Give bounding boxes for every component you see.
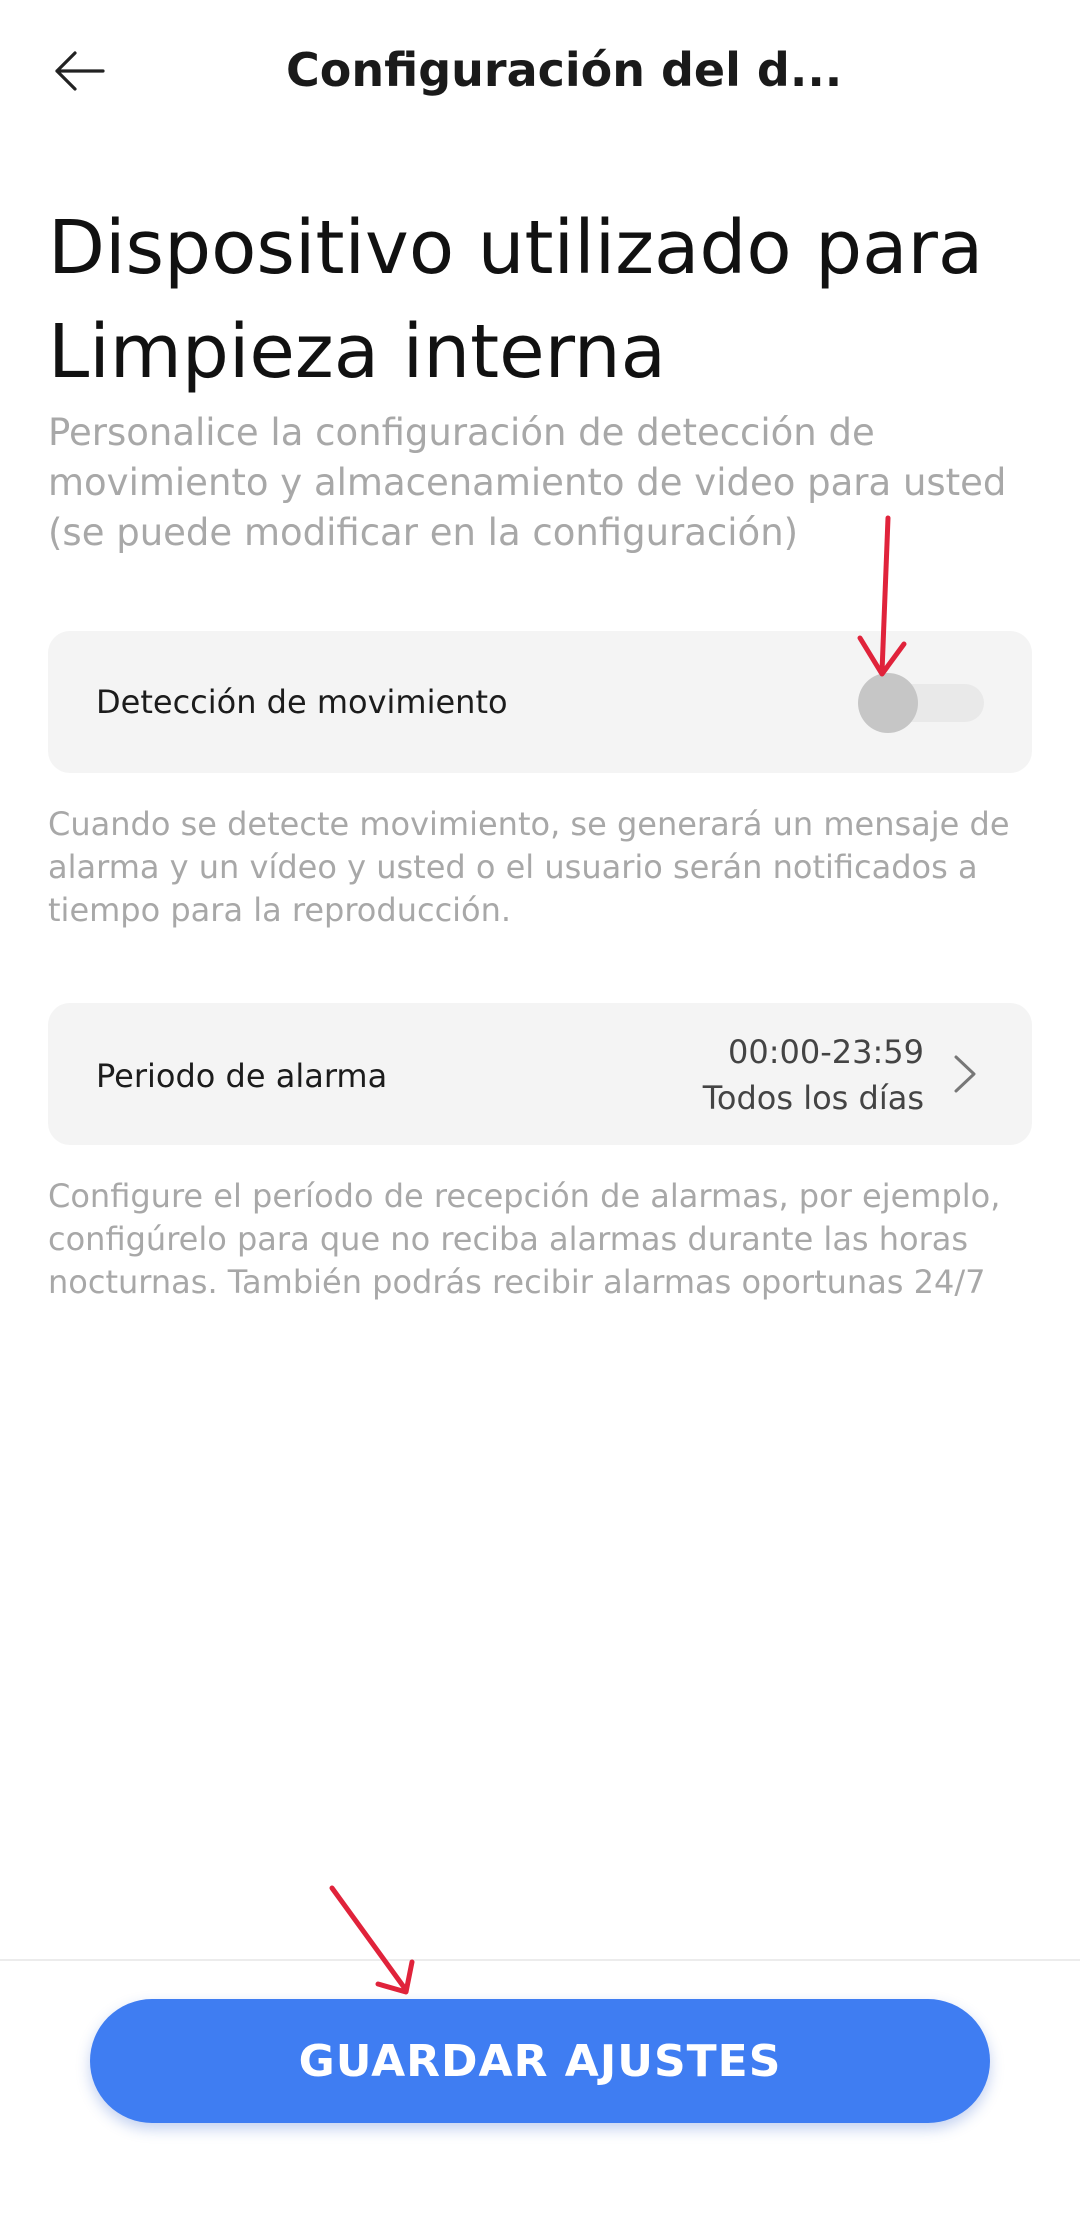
- arrow-left-icon: [55, 51, 105, 91]
- motion-detection-toggle[interactable]: [854, 673, 1000, 733]
- settings-description: Personalice la configuración de detecció…: [48, 411, 1007, 554]
- device-usage-heading: Dispositivo utilizado para Limpieza inte…: [48, 205, 984, 395]
- annotation-arrow-save: [329, 1885, 415, 1995]
- save-settings-button[interactable]: GUARDAR AJUSTES: [90, 1999, 990, 2123]
- motion-detection-help: Cuando se detecte movimiento, se generar…: [48, 805, 1010, 929]
- alarm-days: Todos los días: [702, 1079, 924, 1117]
- alarm-time-range: 00:00-23:59: [728, 1033, 924, 1071]
- back-button[interactable]: [44, 36, 114, 106]
- footer-divider: [0, 1959, 1080, 1961]
- alarm-period-label: Periodo de alarma: [96, 1057, 388, 1095]
- top-bar: Configuración del d...: [0, 0, 1080, 140]
- motion-detection-row: Detección de movimiento: [48, 631, 1032, 773]
- toggle-thumb: [858, 673, 918, 733]
- page-title: Configuración del d...: [286, 43, 843, 97]
- motion-detection-label: Detección de movimiento: [96, 683, 508, 721]
- save-settings-label: GUARDAR AJUSTES: [298, 2035, 782, 2087]
- alarm-period-help: Configure el período de recepción de ala…: [48, 1177, 1001, 1301]
- alarm-period-row[interactable]: Periodo de alarma 00:00-23:59 Todos los …: [48, 1003, 1032, 1145]
- chevron-right-icon: [954, 1055, 976, 1093]
- alarm-period-value: 00:00-23:59 Todos los días: [703, 1029, 924, 1121]
